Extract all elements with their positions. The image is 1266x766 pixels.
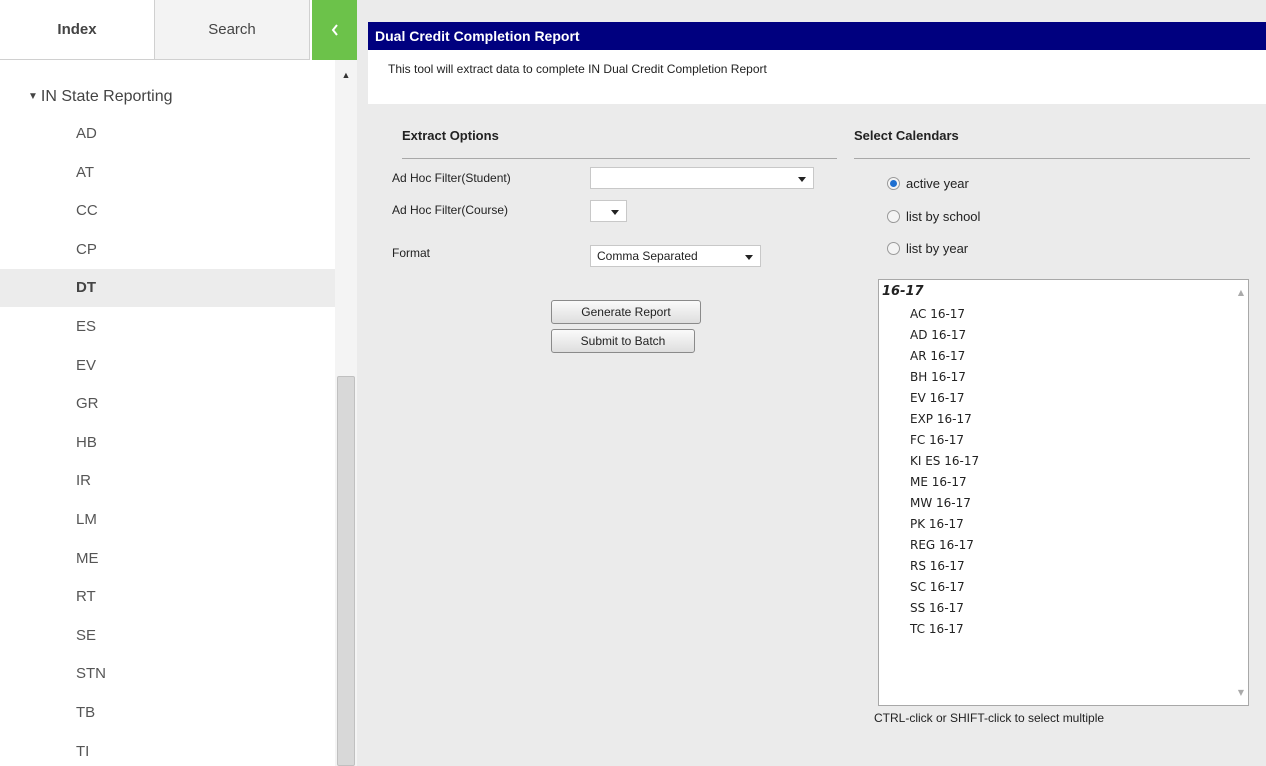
calendar-option[interactable]: PK 16-17	[910, 514, 964, 535]
tree-folder-label: IN State Reporting	[40, 88, 173, 105]
calendar-option[interactable]: ME 16-17	[910, 472, 967, 493]
tab-search[interactable]: Search	[155, 0, 310, 60]
tree-item-stn[interactable]: STN	[0, 655, 335, 693]
generate-report-button[interactable]: Generate Report	[551, 300, 701, 324]
sidebar-tabs: Index Search	[0, 0, 357, 60]
calendar-option[interactable]: SS 16-17	[910, 598, 964, 619]
scroll-up-arrow-icon[interactable]: ▲	[335, 68, 357, 82]
tree-item-cp[interactable]: CP	[0, 231, 335, 269]
report-panel: Dual Credit Completion Report This tool …	[357, 0, 1266, 766]
tree-item-es[interactable]: ES	[0, 308, 335, 346]
radio-label: list by school	[906, 209, 981, 224]
multi-select-hint: CTRL-click or SHIFT-click to select mult…	[874, 711, 1105, 725]
tree-item-me[interactable]: ME	[0, 540, 335, 578]
collapse-sidebar-button[interactable]	[312, 0, 357, 60]
expanded-triangle-icon: ▼	[28, 91, 38, 102]
tree-item-se[interactable]: SE	[0, 617, 335, 655]
radio-label: list by year	[906, 241, 969, 256]
radio-active-year[interactable]: active year	[887, 176, 969, 191]
index-tree: ▼ IN State Reporting AD AT CC CP DT ES EV GR HB IR…	[0, 60, 335, 766]
adhoc-course-label: Ad Hoc Filter(Course)	[392, 203, 509, 217]
description-text: This tool will extract data to complete …	[388, 62, 767, 76]
calendar-option[interactable]: KI ES 16-17	[910, 451, 979, 472]
extract-options-heading: Extract Options	[402, 128, 837, 159]
tree-item-tb[interactable]: TB	[0, 694, 335, 732]
calendar-listbox[interactable]: 16-17 AC 16-17 AD 16-17 AR 16-17 BH 16-17 EV…	[878, 279, 1249, 706]
scroll-up-arrow-icon[interactable]: ▲	[1238, 288, 1244, 297]
tree-folder-in-state-reporting[interactable]: ▼ IN State Reporting	[28, 88, 173, 106]
page-title: Dual Credit Completion Report	[368, 22, 1266, 50]
scroll-down-arrow-icon[interactable]: ▼	[1238, 688, 1244, 697]
tab-index[interactable]: Index	[0, 0, 155, 60]
radio-unchecked-icon[interactable]	[887, 210, 900, 223]
tree-item-ir[interactable]: IR	[0, 462, 335, 500]
adhoc-student-label: Ad Hoc Filter(Student)	[392, 171, 511, 185]
tree-item-at[interactable]: AT	[0, 154, 335, 192]
format-select[interactable]: Comma Separated	[590, 245, 761, 267]
chevron-down-icon	[798, 177, 806, 182]
chevron-down-icon	[745, 255, 753, 260]
tree-item-cc[interactable]: CC	[0, 192, 335, 230]
adhoc-student-select[interactable]	[590, 167, 814, 189]
calendar-option[interactable]: AR 16-17	[910, 346, 965, 367]
tree-item-gr[interactable]: GR	[0, 385, 335, 423]
scrollbar-thumb[interactable]	[337, 376, 355, 766]
sidebar-scrollbar[interactable]: ▲	[335, 60, 357, 766]
calendar-option[interactable]: SC 16-17	[910, 577, 965, 598]
submit-to-batch-button[interactable]: Submit to Batch	[551, 329, 695, 353]
radio-list-by-school[interactable]: list by school	[887, 209, 980, 224]
report-description: This tool will extract data to complete …	[368, 50, 1266, 104]
calendar-option[interactable]: MW 16-17	[910, 493, 971, 514]
calendar-option[interactable]: BH 16-17	[910, 367, 966, 388]
tree-item-hb[interactable]: HB	[0, 424, 335, 462]
tree-item-dt[interactable]: DT	[0, 269, 335, 308]
calendar-option[interactable]: FC 16-17	[910, 430, 964, 451]
calendar-group-label: 16-17	[882, 284, 924, 299]
sidebar: Index Search ▼ IN State Reporting AD AT CC C…	[0, 0, 357, 766]
calendar-option[interactable]: EV 16-17	[910, 388, 964, 409]
format-value: Comma Separated	[597, 249, 698, 263]
chevron-down-icon	[611, 210, 619, 215]
radio-label: active year	[906, 176, 969, 191]
calendar-option[interactable]: EXP 16-17	[910, 409, 972, 430]
radio-unchecked-icon[interactable]	[887, 242, 900, 255]
calendar-option[interactable]: AC 16-17	[910, 304, 965, 325]
tree-item-lm[interactable]: LM	[0, 501, 335, 539]
tree-item-ad[interactable]: AD	[0, 115, 335, 153]
tree-item-ti[interactable]: TI	[0, 733, 335, 766]
calendar-option[interactable]: REG 16-17	[910, 535, 974, 556]
adhoc-course-select[interactable]	[590, 200, 627, 222]
calendar-option[interactable]: RS 16-17	[910, 556, 965, 577]
tree-item-rt[interactable]: RT	[0, 578, 335, 616]
select-calendars-heading: Select Calendars	[854, 128, 1250, 159]
calendar-option[interactable]: TC 16-17	[910, 619, 964, 640]
radio-checked-icon[interactable]	[887, 177, 900, 190]
tree-item-ev[interactable]: EV	[0, 347, 335, 385]
format-label: Format	[392, 246, 431, 260]
chevron-left-icon	[331, 24, 338, 36]
radio-list-by-year[interactable]: list by year	[887, 241, 968, 256]
calendar-option[interactable]: AD 16-17	[910, 325, 966, 346]
